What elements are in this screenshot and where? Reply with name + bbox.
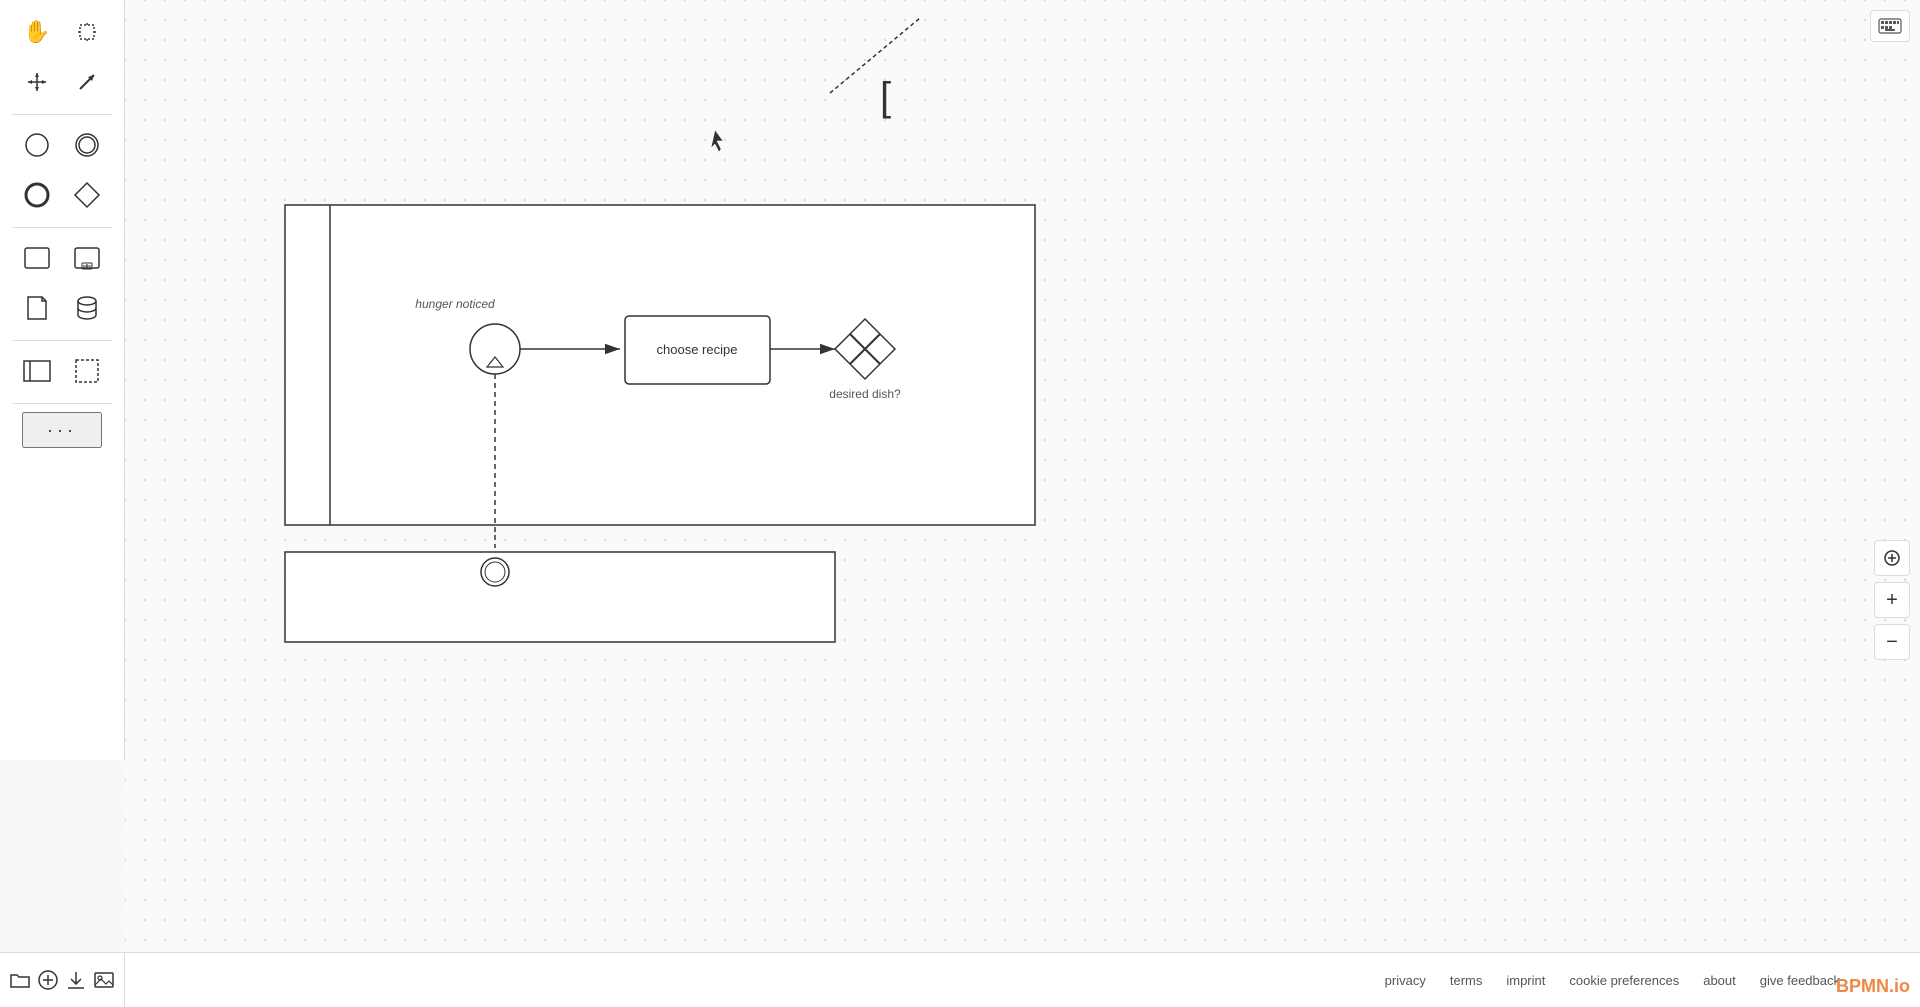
arrow-tool[interactable]: [65, 60, 109, 104]
download-button[interactable]: [65, 962, 87, 998]
move-tool[interactable]: [15, 60, 59, 104]
keyboard-button[interactable]: [1870, 10, 1910, 42]
zoom-out-icon: −: [1886, 632, 1898, 652]
choose-recipe-label: choose recipe: [657, 342, 738, 357]
hunger-noticed-label: hunger noticed: [415, 297, 495, 311]
task-tool[interactable]: [15, 236, 59, 280]
bpmn-logo: BPMN.io: [1836, 976, 1910, 997]
footer: privacy terms imprint cookie preferences…: [125, 952, 1920, 1007]
lane-tool[interactable]: [15, 349, 59, 393]
select-tool[interactable]: [65, 10, 109, 54]
image-button[interactable]: [93, 962, 115, 998]
start-event-tool[interactable]: [15, 123, 59, 167]
bottom-toolbar: [0, 952, 125, 1007]
cursor-indicator: [711, 130, 723, 152]
database-tool[interactable]: [65, 286, 109, 330]
bracket-shape: [: [880, 75, 891, 119]
zoom-fit-button[interactable]: [1874, 540, 1910, 576]
more-tools-button[interactable]: ···: [22, 412, 102, 448]
hand-tool[interactable]: ✋: [15, 10, 59, 54]
give-feedback-link[interactable]: give feedback: [1760, 973, 1840, 988]
zoom-controls: + −: [1874, 540, 1910, 660]
zoom-in-icon: +: [1886, 590, 1898, 610]
left-toolbar: ✋: [0, 0, 125, 760]
terms-link[interactable]: terms: [1450, 973, 1483, 988]
desired-dish-label: desired dish?: [829, 387, 901, 401]
end-event-tool[interactable]: [15, 173, 59, 217]
add-button[interactable]: [37, 962, 59, 998]
folder-button[interactable]: [9, 962, 31, 998]
lower-lane[interactable]: [285, 552, 835, 642]
dotted-line-decorative: [830, 18, 920, 93]
privacy-link[interactable]: privacy: [1385, 973, 1426, 988]
cookie-preferences-link[interactable]: cookie preferences: [1569, 973, 1679, 988]
intermediate-event-tool[interactable]: [65, 123, 109, 167]
diagram-svg: [ hunger noticed choose recipe: [125, 0, 1920, 950]
about-link[interactable]: about: [1703, 973, 1736, 988]
imprint-link[interactable]: imprint: [1506, 973, 1545, 988]
zoom-in-button[interactable]: +: [1874, 582, 1910, 618]
intermediate-event-inner: [485, 562, 505, 582]
document-tool[interactable]: [15, 286, 59, 330]
diagram-canvas[interactable]: [ hunger noticed choose recipe: [125, 0, 1920, 950]
zoom-out-button[interactable]: −: [1874, 624, 1910, 660]
subprocess-tool[interactable]: [65, 236, 109, 280]
gateway-tool[interactable]: [65, 173, 109, 217]
selection-tool[interactable]: [65, 349, 109, 393]
